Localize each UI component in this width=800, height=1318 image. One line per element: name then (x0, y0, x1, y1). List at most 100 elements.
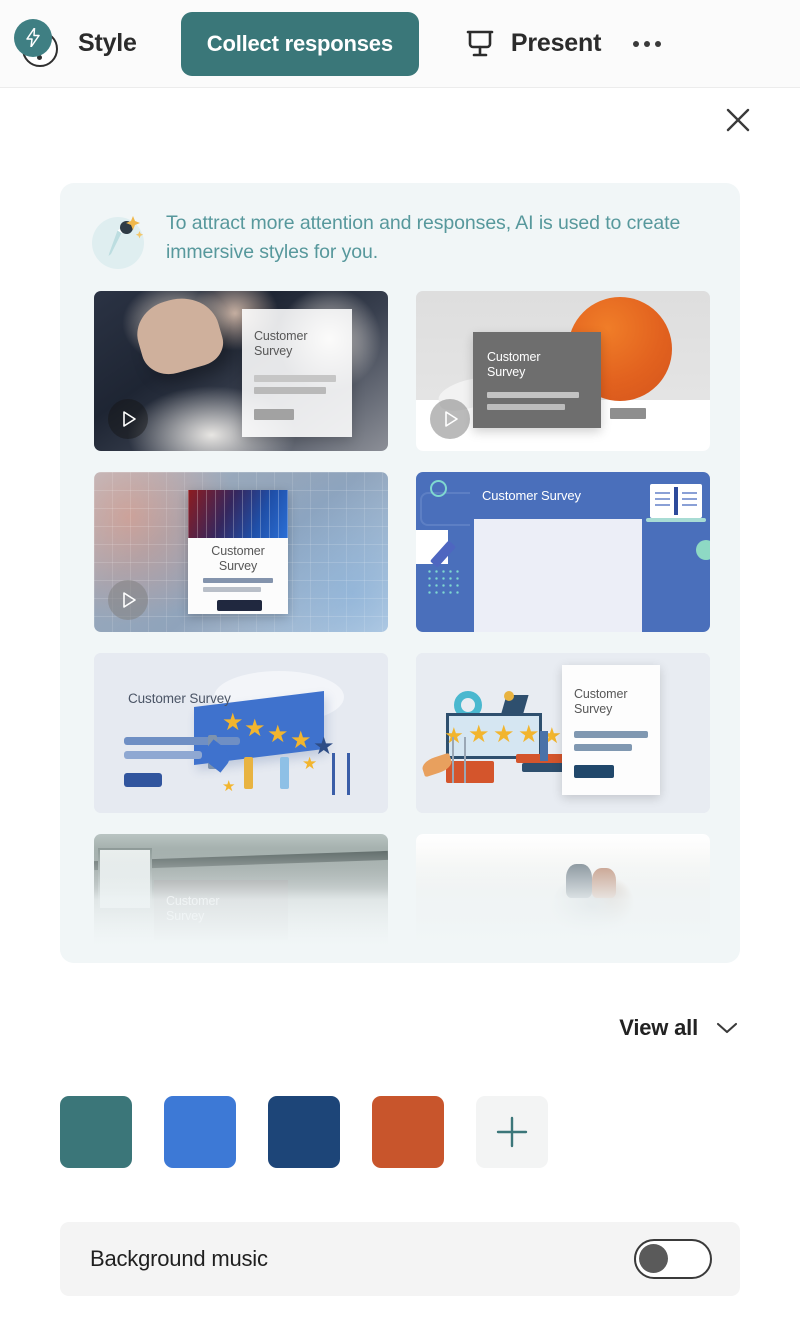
person-figure (540, 731, 548, 761)
placeholder-bar (574, 731, 648, 738)
style-card-data-technology[interactable]: Customer Survey (94, 472, 388, 632)
theme-color-swatches (60, 1096, 750, 1168)
placeholder-bar (254, 375, 336, 382)
placeholder-bar (203, 578, 273, 583)
content-panel (474, 519, 642, 632)
ai-suggestion-banner: To attract more attention and responses,… (60, 183, 740, 279)
star-icon: ★ (222, 709, 244, 736)
star-icon: ★ (468, 721, 490, 748)
ladder-icon (452, 737, 466, 783)
style-card-star-rating[interactable]: Customer Survey ★ ★ ★ ★ ★ ★ ★ (94, 653, 388, 813)
placeholder-bar (487, 392, 579, 398)
style-card-title: Customer Survey (487, 350, 541, 379)
person-figure (280, 757, 289, 789)
clock-icon (430, 480, 447, 497)
placeholder-button (124, 773, 162, 787)
more-dot (633, 40, 640, 47)
survey-card-overlay: Customer Survey (562, 665, 660, 795)
color-swatch-1[interactable] (164, 1096, 236, 1168)
card-hero-image (188, 490, 288, 538)
style-card-monitor-review[interactable]: ★ ★ ★ ★ ★ Customer Survey (416, 653, 710, 813)
book-line (655, 504, 670, 506)
placeholder-button (254, 409, 294, 420)
play-icon[interactable] (430, 399, 470, 439)
style-card-people-car[interactable] (416, 834, 710, 963)
style-thumbnail-grid: Customer Survey Customer Survey Customer… (60, 279, 740, 963)
placeholder-bar (254, 387, 326, 394)
present-label: Present (510, 29, 602, 57)
decorative-shape (646, 518, 706, 522)
more-dot (655, 40, 662, 47)
book-spine (674, 487, 678, 515)
style-card-title: Customer Survey (128, 691, 231, 706)
ai-banner-text: To attract more attention and responses,… (166, 212, 681, 263)
view-all-row: View all (0, 1005, 800, 1051)
style-card-blue-illustrated[interactable]: Customer Survey (416, 472, 710, 632)
placeholder-button (217, 600, 262, 611)
style-card-title: Customer Survey (482, 488, 581, 503)
style-bolt-logo-icon (10, 17, 64, 71)
play-icon[interactable] (108, 399, 148, 439)
add-color-button[interactable] (476, 1096, 548, 1168)
more-dot (644, 40, 651, 47)
style-card-business-meeting[interactable]: Customer Survey (94, 291, 388, 451)
color-swatch-2[interactable] (268, 1096, 340, 1168)
person-figure (244, 757, 253, 789)
background-music-row: Background music (60, 1222, 740, 1296)
open-book-icon (650, 484, 702, 518)
style-card-title: Customer Survey (574, 687, 628, 716)
collect-responses-button[interactable]: Collect responses (180, 11, 419, 76)
style-card-orange-sun[interactable]: Customer Survey (416, 291, 710, 451)
star-icon: ★ (222, 778, 236, 795)
book-line (682, 498, 697, 500)
play-icon[interactable] (108, 580, 148, 620)
star-icon: ★ (518, 721, 540, 748)
toggle-knob (639, 1244, 668, 1273)
panel-close-row (0, 88, 800, 150)
book-line (682, 504, 697, 506)
placeholder-bar (124, 737, 240, 745)
placeholder-button (574, 765, 614, 778)
lightning-bolt-icon (26, 28, 40, 47)
bolt-badge (14, 18, 52, 57)
survey-card-overlay: Customer Survey (473, 332, 601, 428)
app-header: Style Collect responses Present (0, 0, 800, 88)
placeholder-bar (574, 744, 632, 751)
plus-icon (496, 1116, 528, 1148)
background-music-label: Background music (90, 1246, 268, 1271)
dot-pattern (426, 568, 462, 594)
present-button[interactable]: Present (463, 27, 601, 61)
projector-screen-icon (466, 30, 494, 56)
style-card-title: Customer Survey (166, 894, 220, 923)
magic-paintbrush-icon (90, 207, 152, 269)
style-card-industrial-interior[interactable]: Customer Survey (94, 834, 388, 963)
close-icon[interactable] (722, 104, 754, 136)
book-line (655, 492, 670, 494)
decorative-shape (98, 848, 152, 910)
ai-styles-panel: To attract more attention and responses,… (60, 183, 740, 963)
decorative-shape (566, 864, 592, 898)
star-icon: ★ (244, 715, 266, 742)
background-music-toggle[interactable] (634, 1239, 712, 1279)
placeholder-bar (124, 751, 202, 759)
color-swatch-0[interactable] (60, 1096, 132, 1168)
thumbnail-background (416, 834, 710, 963)
star-icon: ★ (302, 754, 318, 773)
chevron-down-icon[interactable] (714, 1020, 740, 1036)
survey-card-overlay: Customer Survey (154, 880, 288, 940)
color-swatch-3[interactable] (372, 1096, 444, 1168)
star-icon: ★ (267, 721, 289, 748)
person-head (504, 691, 514, 701)
survey-card-overlay: Customer Survey (242, 309, 352, 437)
style-card-title: Customer Survey (211, 544, 265, 573)
placeholder-button (610, 408, 646, 419)
view-all-button[interactable]: View all (619, 1015, 698, 1041)
decorative-shape (696, 540, 710, 560)
brush-glyph (108, 216, 144, 256)
more-horizontal-icon[interactable] (629, 33, 665, 55)
star-icon: ★ (493, 721, 515, 748)
book-line (682, 492, 697, 494)
placeholder-bar (203, 587, 261, 592)
page-title: Style (78, 29, 137, 57)
survey-card-overlay: Customer Survey (188, 490, 288, 614)
